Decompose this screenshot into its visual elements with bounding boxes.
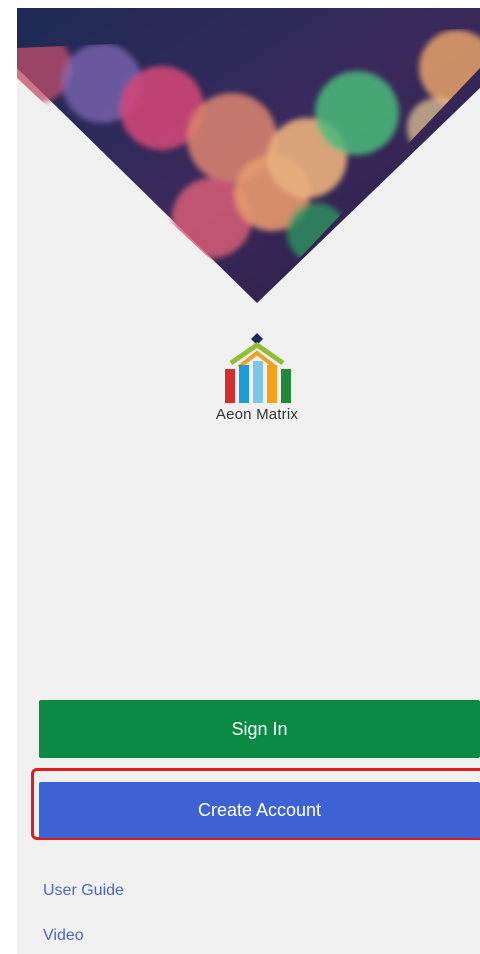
sign-in-button[interactable]: Sign In bbox=[39, 700, 480, 758]
user-guide-link[interactable]: User Guide bbox=[43, 882, 124, 900]
aeon-matrix-logo-icon bbox=[225, 333, 291, 403]
video-link[interactable]: Video bbox=[43, 927, 84, 945]
create-account-button[interactable]: Create Account bbox=[39, 782, 480, 838]
brand-name: Aeon Matrix bbox=[215, 406, 299, 423]
hero-bokeh-image bbox=[17, 8, 480, 303]
app-screen: Aeon Matrix Sign In Create Account User … bbox=[17, 8, 480, 954]
